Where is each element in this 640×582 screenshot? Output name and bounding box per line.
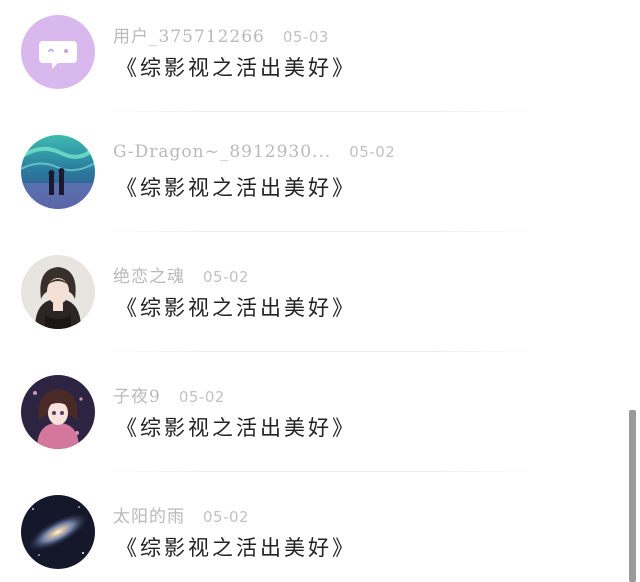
anime-girl-avatar[interactable] <box>21 375 95 449</box>
comment-text: 《综影视之活出美好》 <box>116 56 356 80</box>
comment-item[interactable]: G-Dragon~_8912930... 05-02 《综影视之活出美好》 <box>0 120 628 240</box>
comment-meta: 子夜9 05-02 <box>113 382 225 408</box>
aurora-couple-avatar[interactable] <box>21 135 95 209</box>
comment-item[interactable]: 绝恋之魂 05-02 《综影视之活出美好》 <box>0 240 628 360</box>
comment-date: 05-02 <box>178 388 225 406</box>
comment-meta: 绝恋之魂 05-02 <box>113 262 249 288</box>
divider <box>100 351 540 352</box>
comment-text: 《综影视之活出美好》 <box>116 296 356 320</box>
comment-date: 05-02 <box>203 268 250 286</box>
scrollbar-thumb[interactable] <box>629 410 636 582</box>
galaxy-avatar[interactable] <box>21 495 95 569</box>
comment-date: 05-03 <box>282 28 329 46</box>
comment-meta: 用户_375712266 05-03 <box>113 22 329 48</box>
comment-text: 《综影视之活出美好》 <box>116 176 356 200</box>
username[interactable]: G-Dragon~_8912930... <box>113 142 331 162</box>
comment-meta: 太阳的雨 05-02 <box>113 502 249 528</box>
divider <box>100 231 540 232</box>
comment-text: 《综影视之活出美好》 <box>116 536 356 560</box>
username[interactable]: 太阳的雨 <box>113 507 185 527</box>
username[interactable]: 子夜9 <box>113 387 161 407</box>
comment-meta: G-Dragon~_8912930... 05-02 <box>113 142 395 168</box>
username[interactable]: 绝恋之魂 <box>113 267 185 287</box>
comment-date: 05-02 <box>349 143 396 161</box>
chat-bubble-avatar-icon[interactable] <box>21 15 95 89</box>
comment-item[interactable]: 用户_375712266 05-03 《综影视之活出美好》 <box>0 0 628 120</box>
comment-item[interactable]: 太阳的雨 05-02 《综影视之活出美好》 <box>0 480 628 582</box>
divider <box>100 111 540 112</box>
scrollbar[interactable] <box>629 0 636 582</box>
girl-portrait-avatar[interactable] <box>21 255 95 329</box>
comment-date: 05-02 <box>203 508 250 526</box>
divider <box>100 471 540 472</box>
comment-item[interactable]: 子夜9 05-02 《综影视之活出美好》 <box>0 360 628 480</box>
username[interactable]: 用户_375712266 <box>113 27 265 47</box>
comment-text: 《综影视之活出美好》 <box>116 416 356 440</box>
